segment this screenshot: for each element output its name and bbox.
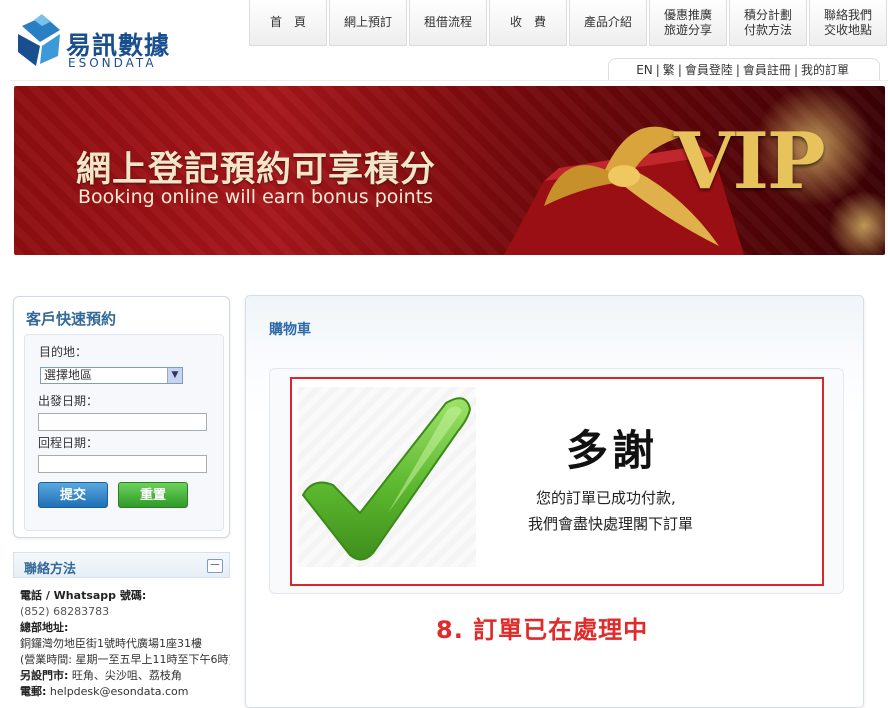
cart-title: 購物車 (269, 322, 311, 338)
member-login-link[interactable]: 會員登陸 (685, 61, 733, 78)
lang-en-link[interactable]: EN (636, 63, 653, 77)
nav-home[interactable]: 首 頁 (249, 0, 327, 46)
lang-zh-link[interactable]: 繁 (663, 61, 675, 78)
payment-success-text: 您的訂單已成功付款, (536, 489, 676, 507)
phone-number: (852) 68283783 (20, 605, 110, 618)
main-nav: 首 頁 網上預訂 租借流程 收 費 產品介紹 優惠推廣 旅遊分享 積分計劃 付款方法… (249, 0, 888, 46)
banner-title: 網上登記預約可享積分 (76, 150, 437, 190)
phone-label: 電話 / Whatsapp 號碼: (20, 589, 147, 602)
email-address[interactable]: helpdesk@esondata.com (50, 685, 189, 698)
thank-you-frame: 多謝 您的訂單已成功付款, 我們會盡快處理閣下訂單 (290, 377, 824, 586)
contact-header: 聯絡方法 － (13, 552, 230, 578)
member-register-link[interactable]: 會員註冊 (743, 61, 791, 78)
hq-label: 總部地址: (20, 621, 69, 634)
banner-subtitle: Booking online will earn bonus points (78, 186, 434, 208)
branches: 旺角、尖沙咀、荔枝角 (71, 669, 182, 682)
confirmation-card: 多謝 您的訂單已成功付款, 我們會盡快處理閣下訂單 (269, 368, 844, 594)
nav-rental-process[interactable]: 租借流程 (409, 0, 487, 46)
cart-panel: 購物車 多謝 您的訂單已成功付款, 我們會盡快處理閣下訂單 8. 訂單已在處理中 (245, 295, 864, 708)
header-divider (10, 80, 888, 81)
destination-label: 目的地： (39, 345, 88, 359)
contact-box: 聯絡方法 － 電話 / Whatsapp 號碼: (852) 68283783 … (13, 552, 230, 708)
nav-fees[interactable]: 收 費 (489, 0, 567, 46)
vip-banner: 網上登記預約可享積分 Booking online will earn bonu… (14, 86, 885, 255)
page: 易訊數據 ESONDATA 首 頁 網上預訂 租借流程 收 費 產品介紹 優惠推… (0, 0, 888, 708)
quick-booking-box: 客戶快速預約 目的地： 選擇地區 ▼ 出發日期： 回程日期： 提交 重置 (13, 296, 230, 538)
thank-you-title: 多謝 (566, 426, 659, 475)
reset-button[interactable]: 重置 (118, 482, 188, 508)
nav-contact[interactable]: 聯絡我們 交收地點 (809, 0, 887, 46)
return-date-input[interactable] (38, 455, 207, 473)
business-hours: (營業時間: 星期一至五早上11時至下午6時) (20, 653, 230, 666)
quick-booking-title: 客戶快速預約 (26, 310, 117, 328)
utility-bar: EN | 繁 | 會員登陸 | 會員註冊 | 我的訂單 (608, 58, 880, 80)
chevron-down-icon: ▼ (167, 368, 182, 383)
nav-points-payment[interactable]: 積分計劃 付款方法 (729, 0, 807, 46)
email-label: 電郵: (20, 685, 47, 698)
contact-title: 聯絡方法 (24, 562, 77, 577)
logo[interactable]: 易訊數據 ESONDATA (14, 12, 174, 72)
my-orders-link[interactable]: 我的訂單 (801, 61, 849, 78)
submit-button[interactable]: 提交 (38, 482, 108, 508)
step-caption: 8. 訂單已在處理中 (436, 616, 649, 644)
destination-select[interactable]: 選擇地區 ▼ (40, 367, 183, 384)
nav-online-booking[interactable]: 網上預訂 (329, 0, 407, 46)
nav-promotions[interactable]: 優惠推廣 旅遊分享 (649, 0, 727, 46)
contact-details: 電話 / Whatsapp 號碼: (852) 68283783 總部地址: 銅… (20, 588, 230, 700)
branches-label: 另設門市: (20, 669, 69, 682)
checkmark-icon (301, 397, 472, 561)
logo-mark-icon (18, 14, 60, 66)
depart-date-input[interactable] (38, 413, 207, 431)
return-date-label: 回程日期： (38, 436, 99, 450)
nav-products[interactable]: 產品介紹 (569, 0, 647, 46)
hq-address: 銅鑼灣勿地臣街1號時代廣場1座31樓 (20, 637, 202, 650)
collapse-icon[interactable]: － (207, 559, 223, 573)
processing-text: 我們會盡快處理閣下訂單 (528, 515, 694, 533)
logo-name-en: ESONDATA (68, 56, 157, 70)
depart-date-label: 出發日期： (38, 394, 99, 408)
banner-vip-text: VIP (674, 116, 826, 207)
